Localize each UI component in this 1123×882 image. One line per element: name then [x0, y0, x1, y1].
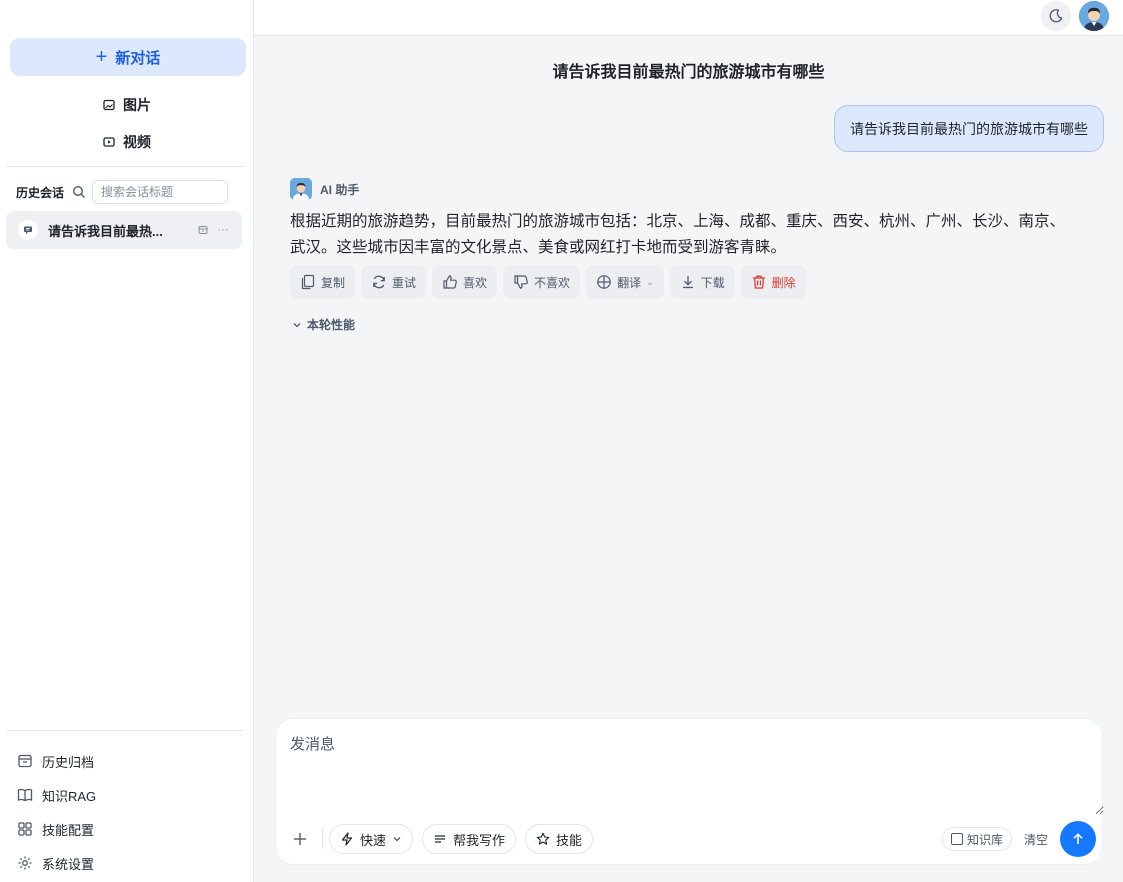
- help-write-label: 帮我写作: [453, 832, 506, 848]
- nav-label: 技能配置: [42, 822, 95, 838]
- refresh-icon: [373, 275, 385, 289]
- clear-button[interactable]: 清空: [1024, 831, 1048, 848]
- nav-history-archive[interactable]: 历史归档: [0, 746, 254, 776]
- chat-bubble-icon: [18, 220, 38, 240]
- mode-select[interactable]: 快速: [329, 824, 414, 854]
- help-write-button[interactable]: 帮我写作: [422, 824, 517, 854]
- message-actions: 复制 重试 喜欢 不喜欢 翻译 ⌄ 下载 删除: [290, 265, 806, 299]
- delete-button[interactable]: 删除: [740, 265, 806, 299]
- user-avatar[interactable]: [1079, 1, 1109, 31]
- trash-icon: [752, 275, 765, 289]
- nav-item-label: 图片: [123, 97, 151, 113]
- performance-label: 本轮性能: [307, 318, 356, 332]
- top-bar: [254, 0, 1123, 36]
- sidebar-divider: [6, 166, 243, 167]
- conversation-title: 请告诉我目前最热...: [48, 223, 163, 239]
- copy-button[interactable]: 复制: [290, 265, 356, 299]
- knowledge-base-label: 知识库: [966, 832, 1003, 847]
- nav-label: 系统设置: [42, 856, 95, 872]
- retry-button[interactable]: 重试: [361, 265, 427, 299]
- assistant-message: 根据近期的旅游趋势，目前最热门的旅游城市包括：北京、上海、成都、重庆、西安、杭州…: [290, 213, 1066, 256]
- chevron-down-icon: [293, 322, 301, 327]
- image-icon: [103, 99, 115, 111]
- search-icon[interactable]: [72, 185, 86, 199]
- knowledge-base-checkbox[interactable]: 知识库: [941, 827, 1012, 851]
- checkbox-icon: [950, 833, 963, 845]
- chat-title: 请告诉我目前最热门的旅游城市有哪些: [552, 64, 825, 81]
- chevron-down-icon: [393, 837, 401, 842]
- message-composer: 快速 帮我写作 技能 知识库 清空: [275, 718, 1104, 865]
- nav-skill-config[interactable]: 技能配置: [0, 814, 254, 844]
- grid-icon: [18, 822, 32, 836]
- toolbar-divider: [322, 829, 323, 849]
- message-input[interactable]: [290, 733, 1104, 815]
- book-icon: [17, 788, 33, 802]
- assistant-header: AI 助手: [290, 178, 359, 200]
- thumbs-down-icon: [514, 275, 528, 289]
- text-lines-icon: [435, 835, 446, 843]
- mode-label: 快速: [360, 832, 387, 848]
- translate-label: 翻译: [617, 275, 642, 290]
- like-button[interactable]: 喜欢: [432, 265, 498, 299]
- skills-label: 技能: [556, 832, 583, 848]
- translate-button[interactable]: 翻译 ⌄: [586, 265, 664, 299]
- download-button[interactable]: 下载: [669, 265, 735, 299]
- skills-button[interactable]: 技能: [525, 824, 594, 854]
- history-header: 历史会话: [16, 180, 238, 204]
- nav-item-label: 视频: [123, 134, 151, 150]
- nav-label: 历史归档: [42, 754, 95, 770]
- nav-label: 知识RAG: [42, 788, 97, 804]
- dislike-label: 不喜欢: [534, 275, 571, 290]
- more-icon[interactable]: ···: [216, 223, 230, 237]
- assistant-name: AI 助手: [320, 182, 360, 197]
- like-label: 喜欢: [463, 275, 488, 290]
- nav-item-video[interactable]: 视频: [0, 127, 254, 157]
- retry-label: 重试: [392, 275, 417, 290]
- video-icon: [103, 137, 115, 147]
- send-button[interactable]: [1060, 821, 1096, 857]
- assistant-avatar: [290, 178, 312, 200]
- star-icon: [536, 832, 550, 845]
- download-icon: [682, 276, 693, 289]
- nav-knowledge-rag[interactable]: 知识RAG: [0, 780, 254, 810]
- sidebar-divider: [6, 730, 243, 731]
- new-chat-button[interactable]: + 新对话: [10, 38, 246, 76]
- moon-icon: [1049, 9, 1063, 23]
- history-title: 历史会话: [16, 185, 65, 200]
- add-attachment-button[interactable]: [290, 829, 310, 849]
- arrow-up-icon: [1073, 833, 1083, 844]
- new-chat-label: 新对话: [115, 49, 161, 67]
- theme-toggle-button[interactable]: [1041, 1, 1071, 31]
- conversation-item[interactable]: 请告诉我目前最热... ···: [6, 211, 242, 249]
- delete-label: 删除: [771, 275, 796, 290]
- thumbs-up-icon: [443, 275, 457, 289]
- plus-icon: +: [95, 46, 108, 68]
- nav-item-image[interactable]: 图片: [0, 90, 254, 120]
- plus-icon: [294, 833, 306, 845]
- nav-system-settings[interactable]: 系统设置: [0, 848, 254, 878]
- settings-icon: [18, 856, 32, 870]
- archive-icon[interactable]: [196, 223, 210, 237]
- sidebar: + 新对话 图片 视频 历史会话 请告诉我目前最热... ··· 历史归档 知识…: [0, 0, 254, 882]
- copy-icon: [301, 274, 315, 290]
- archive-icon: [18, 754, 32, 768]
- lightning-icon: [341, 832, 353, 846]
- copy-label: 复制: [321, 275, 346, 290]
- user-message-bubble: 请告诉我目前最热门的旅游城市有哪些: [834, 105, 1104, 152]
- dislike-button[interactable]: 不喜欢: [503, 265, 581, 299]
- globe-icon: [597, 275, 611, 289]
- chevron-down-icon: ⌄: [646, 276, 654, 287]
- performance-toggle[interactable]: 本轮性能: [292, 316, 355, 333]
- download-label: 下载: [700, 275, 725, 290]
- history-search-input[interactable]: [92, 180, 229, 204]
- composer-toolbar: 快速 帮我写作 技能 知识库 清空: [290, 821, 1096, 857]
